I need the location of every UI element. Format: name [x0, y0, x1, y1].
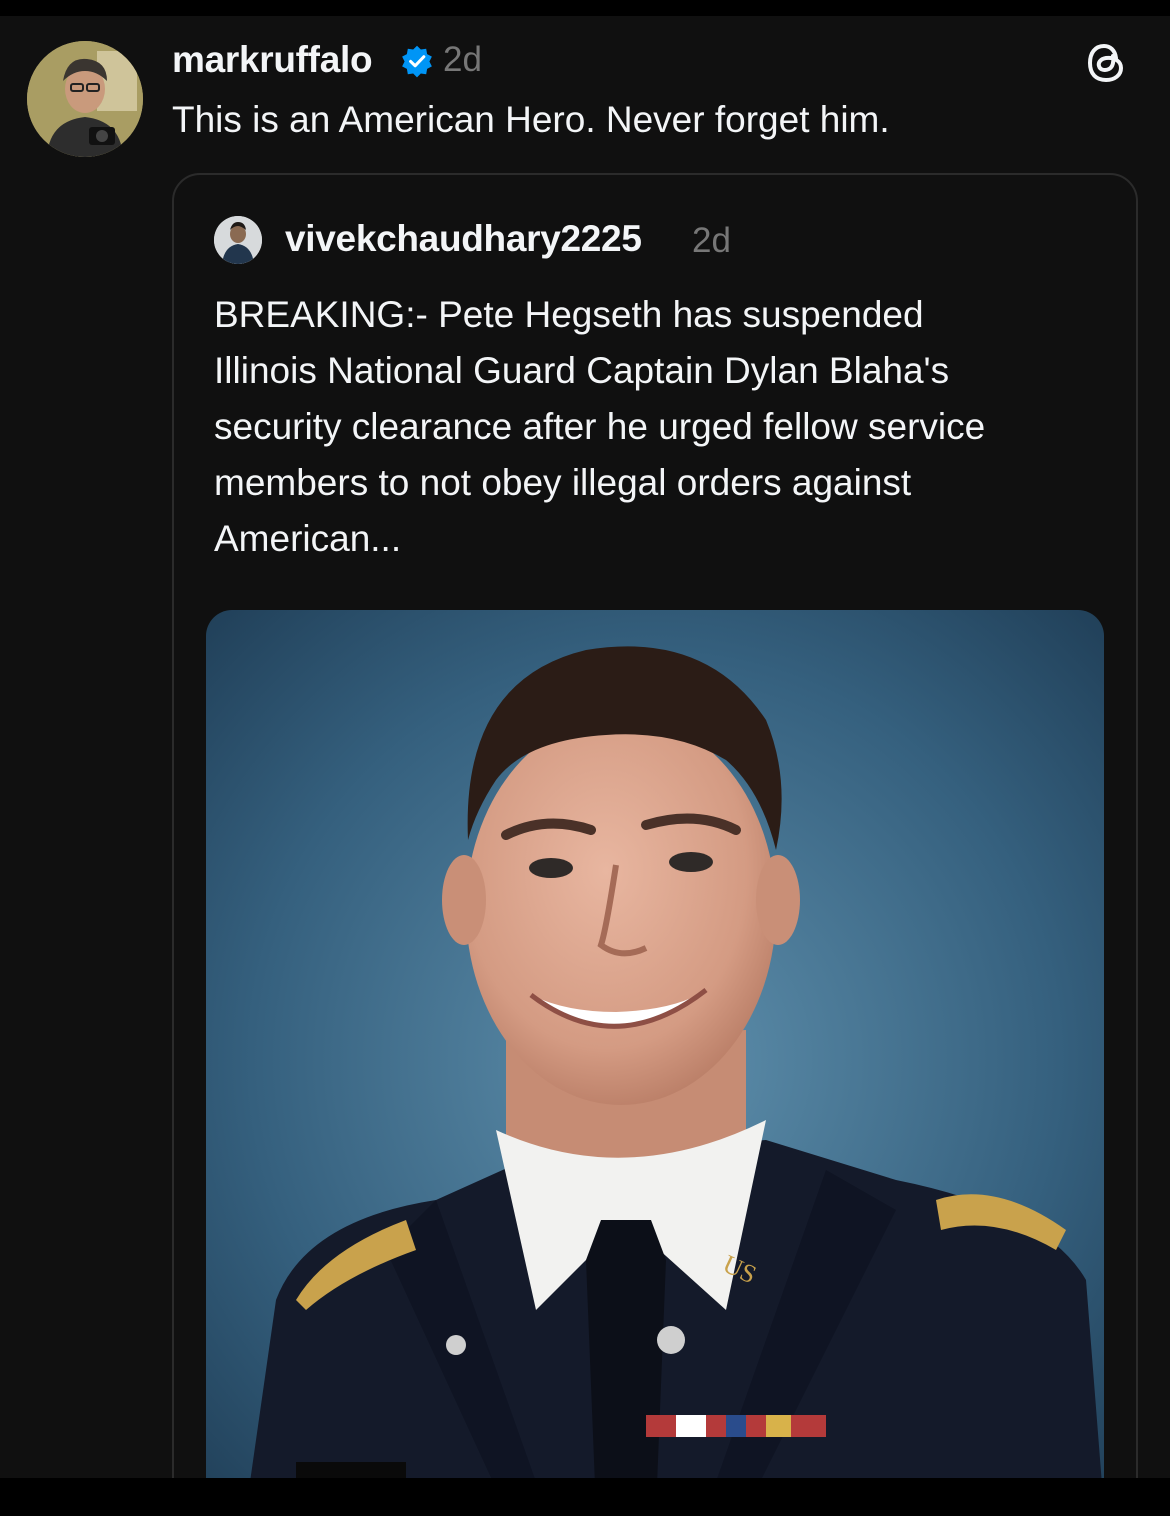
quoted-author-username[interactable]: vivekchaudhary2225	[285, 215, 642, 263]
post-timestamp: 2d	[443, 40, 482, 79]
status-bar-edge	[0, 0, 1170, 16]
threads-logo-icon[interactable]	[1082, 38, 1130, 88]
bottom-edge	[0, 1478, 1170, 1516]
quoted-post-text: BREAKING:- Pete Hegseth has suspended Il…	[214, 294, 986, 559]
post-body-text: This is an American Hero. Never forget h…	[172, 99, 890, 140]
quoted-post-image[interactable]: US	[206, 610, 1104, 1478]
author-username[interactable]: markruffalo	[172, 36, 373, 84]
threads-feed: markruffalo 2d This is an American Hero.…	[0, 16, 1170, 1478]
verified-badge-icon	[402, 45, 432, 78]
quoted-post-card[interactable]: vivekchaudhary2225 2d BREAKING:- Pete He…	[172, 173, 1138, 1478]
quoted-author-avatar[interactable]	[214, 216, 262, 264]
author-avatar[interactable]	[27, 41, 143, 157]
quoted-post-timestamp: 2d	[692, 221, 731, 260]
